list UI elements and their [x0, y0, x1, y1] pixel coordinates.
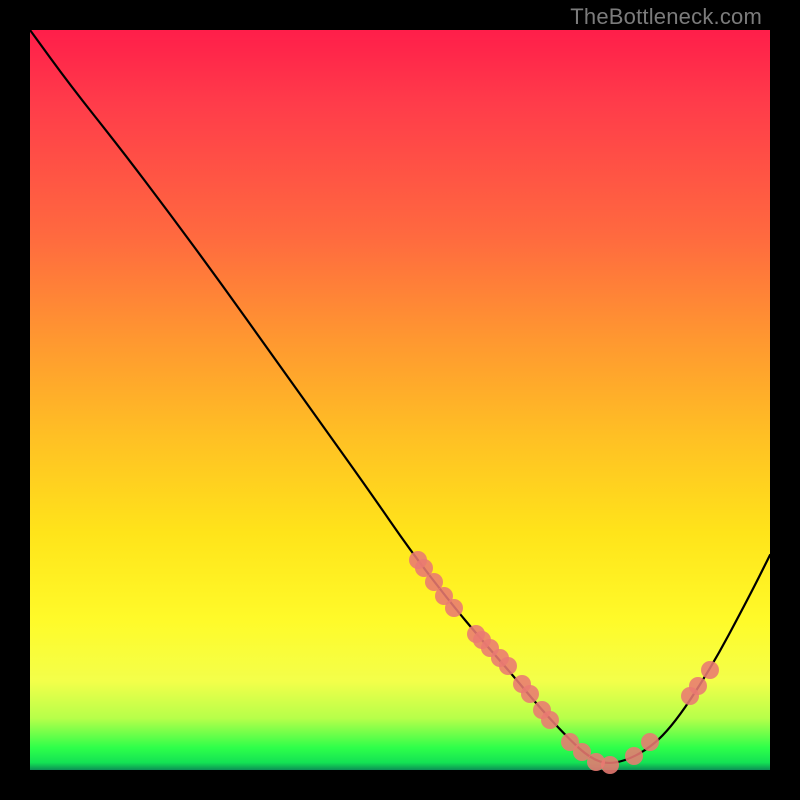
highlight-dot — [641, 733, 659, 751]
watermark-text: TheBottleneck.com — [570, 4, 762, 30]
bottleneck-curve — [30, 30, 770, 763]
highlight-dot — [689, 677, 707, 695]
highlight-dot — [499, 657, 517, 675]
highlight-dot — [521, 685, 539, 703]
highlight-dot — [445, 599, 463, 617]
highlight-dots-group — [409, 551, 719, 774]
highlight-dot — [625, 747, 643, 765]
chart-svg — [30, 30, 770, 770]
chart-frame — [30, 30, 770, 770]
highlight-dot — [701, 661, 719, 679]
highlight-dot — [601, 756, 619, 774]
highlight-dot — [541, 711, 559, 729]
